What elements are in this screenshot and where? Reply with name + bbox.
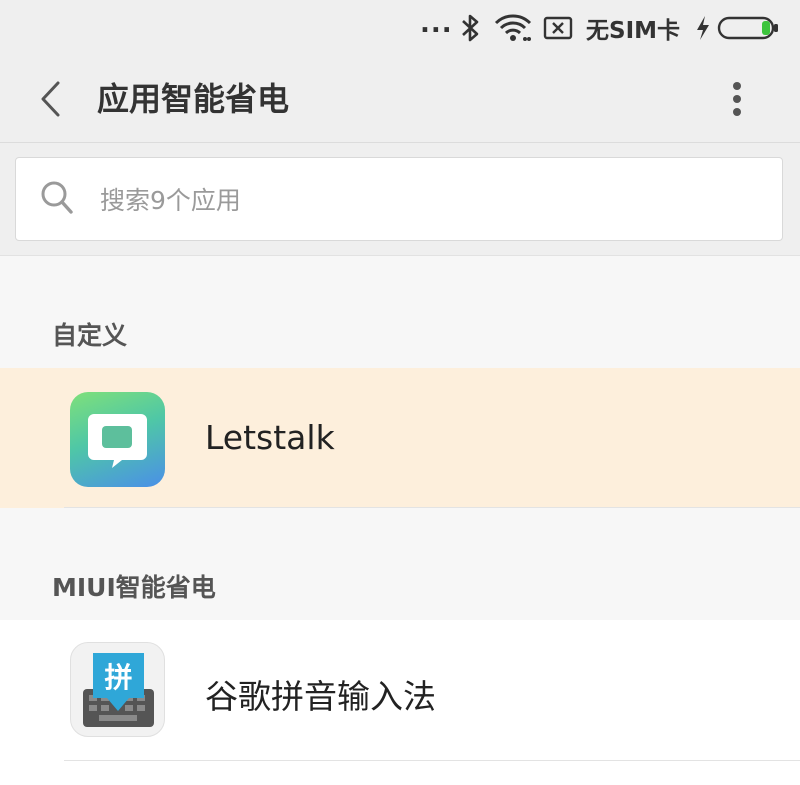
list-item-letstalk[interactable]: Letstalk: [0, 368, 800, 508]
no-sim-icon: [543, 0, 573, 56]
carrier-label: 无SIM卡: [586, 18, 681, 44]
action-bar: 应用智能省电: [0, 56, 800, 143]
letstalk-app-icon: [70, 392, 165, 487]
search-area: [0, 143, 800, 256]
section-header-miui: MIUI智能省电: [52, 573, 216, 602]
more-options-button[interactable]: [722, 76, 752, 122]
status-bar: ... 无SIM卡: [0, 0, 800, 56]
back-button[interactable]: [30, 76, 70, 122]
bluetooth-icon: [460, 0, 482, 56]
app-name-google-pinyin: 谷歌拼音输入法: [205, 677, 436, 716]
charging-bolt-icon: [695, 0, 711, 56]
more-vertical-icon: [733, 82, 741, 116]
wifi-icon: [494, 0, 532, 56]
google-pinyin-app-icon: 拼: [70, 642, 165, 737]
page-title: 应用智能省电: [97, 80, 290, 118]
row-divider: [64, 760, 800, 761]
chevron-left-icon: [41, 81, 60, 117]
search-box[interactable]: [15, 157, 783, 241]
section-header-custom: 自定义: [52, 321, 128, 350]
search-input[interactable]: [98, 178, 762, 222]
notification-dots: ...: [420, 9, 453, 39]
battery-icon: [717, 0, 779, 56]
list-item-google-pinyin[interactable]: 拼 谷歌拼音输入法: [0, 620, 800, 785]
row-divider: [64, 507, 800, 508]
app-name-letstalk: Letstalk: [205, 418, 335, 457]
google-pinyin-icon-glyph: 拼: [104, 661, 132, 694]
search-icon: [41, 181, 73, 214]
